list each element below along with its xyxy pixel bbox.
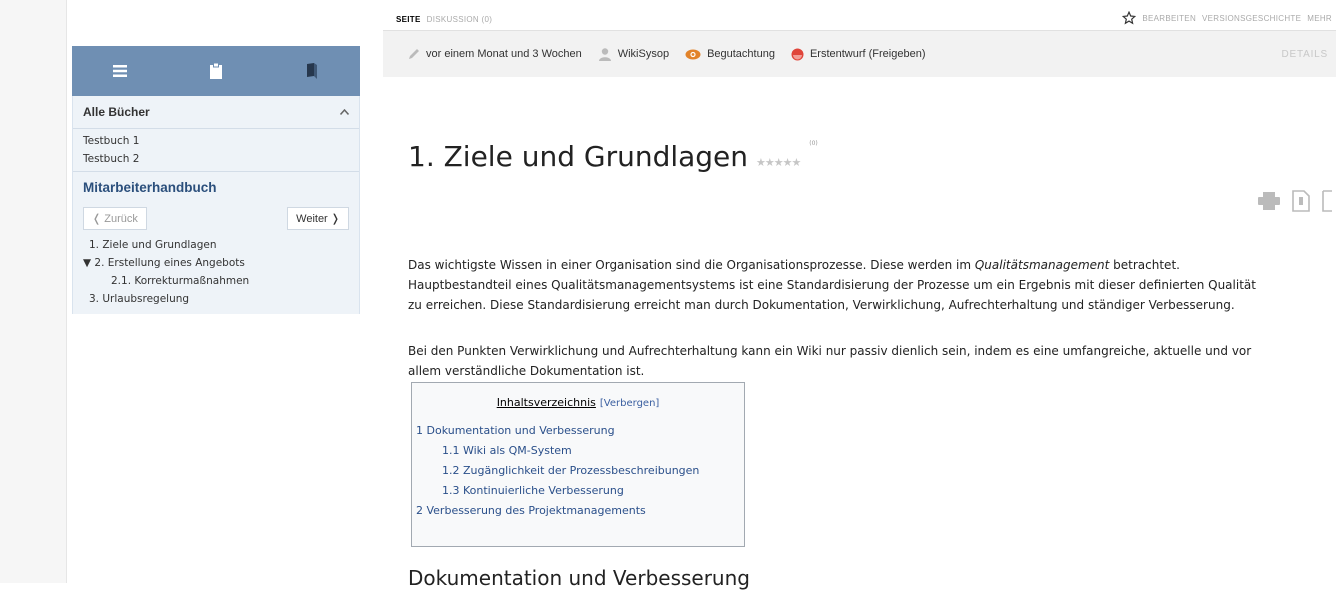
release-status-label: Erstentwurf (Freigeben) bbox=[809, 48, 926, 60]
left-gutter bbox=[0, 0, 67, 583]
author[interactable]: WikiSysop bbox=[598, 47, 669, 61]
print-icon[interactable] bbox=[1258, 192, 1280, 210]
sidebar-item-testbuch-1[interactable]: Testbuch 1 bbox=[73, 132, 359, 150]
release-status[interactable]: Erstentwurf (Freigeben) bbox=[791, 48, 926, 61]
tab-clipboard[interactable] bbox=[168, 46, 264, 96]
page-title-text: 1. Ziele und Grundlagen bbox=[408, 140, 749, 173]
last-edited-text: vor einem Monat und 3 Wochen bbox=[426, 48, 582, 60]
sidebar: Alle Bücher Testbuch 1 Testbuch 2 Mitarb… bbox=[72, 46, 360, 583]
tab-navigation[interactable] bbox=[72, 46, 168, 96]
page-tabs-bar: SEITE DISKUSSION (0) BEARBEITEN VERSIONS… bbox=[383, 0, 1336, 31]
toc-item[interactable]: 1 Dokumentation und Verbesserung bbox=[412, 421, 744, 441]
history-button[interactable]: VERSIONSGESCHICHTE bbox=[1202, 14, 1301, 23]
next-button[interactable]: Weiter ❭ bbox=[287, 207, 349, 230]
sidebar-item-testbuch-2[interactable]: Testbuch 2 bbox=[73, 150, 359, 168]
chapter-item[interactable]: 2.1. Korrekturmaßnahmen bbox=[73, 272, 359, 290]
paragraph: Bei den Punkten Verwirklichung und Aufre… bbox=[408, 341, 1336, 381]
menu-icon bbox=[113, 65, 127, 77]
text-span: zu erreichen. Diese Standardisierung err… bbox=[408, 298, 1235, 312]
author-name: WikiSysop bbox=[617, 48, 670, 60]
status-dot-icon bbox=[791, 48, 804, 60]
edit-button[interactable]: BEARBEITEN bbox=[1142, 14, 1196, 23]
tab-page[interactable]: SEITE bbox=[396, 15, 421, 24]
page-title: 1. Ziele und Grundlagen ★★★★★ (0) bbox=[408, 140, 818, 173]
sidebar-books-panel: Alle Bücher Testbuch 1 Testbuch 2 Mitarb… bbox=[72, 96, 360, 314]
text-span: allem verständliche Dokumentation ist. bbox=[408, 364, 645, 378]
review-status[interactable]: Begutachtung bbox=[685, 48, 775, 60]
clipboard-icon bbox=[210, 63, 222, 79]
edit-icon[interactable] bbox=[1322, 190, 1332, 212]
text-span: Bei den Punkten Verwirklichung und Aufre… bbox=[408, 344, 1252, 358]
link-qualitaetsmanagement[interactable]: Qualitätsmanagement bbox=[975, 258, 1109, 272]
article-body: Das wichtigste Wissen in einer Organisat… bbox=[408, 255, 1336, 399]
chevron-up-icon[interactable] bbox=[340, 109, 349, 115]
back-button[interactable]: ❬ Zurück bbox=[83, 207, 147, 230]
pencil-icon bbox=[409, 49, 419, 59]
more-menu[interactable]: MEHR bbox=[1307, 14, 1332, 23]
current-book-title[interactable]: Mitarbeiterhandbuch bbox=[73, 171, 359, 203]
book-pager: ❬ Zurück Weiter ❭ bbox=[73, 203, 359, 236]
table-of-contents: Inhaltsverzeichnis [Verbergen] 1 Dokument… bbox=[411, 382, 745, 547]
chapter-list: 1. Ziele und Grundlagen ▼ 2. Erstellung … bbox=[73, 236, 359, 314]
chapter-item[interactable]: ▼ 2. Erstellung eines Angebots bbox=[73, 254, 359, 272]
tab-books[interactable] bbox=[264, 46, 360, 96]
all-books-header[interactable]: Alle Bücher bbox=[73, 96, 359, 129]
review-label: Begutachtung bbox=[707, 48, 775, 60]
book-icon bbox=[307, 63, 317, 79]
toc-item[interactable]: 2 Verbesserung des Projektmanagements bbox=[412, 501, 744, 521]
toc-item[interactable]: 1.2 Zugänglichkeit der Prozessbeschreibu… bbox=[412, 461, 744, 481]
last-edited[interactable]: vor einem Monat und 3 Wochen bbox=[408, 48, 582, 60]
page-meta-bar: vor einem Monat und 3 Wochen WikiSysop B… bbox=[383, 31, 1336, 77]
toc-header: Inhaltsverzeichnis [Verbergen] bbox=[412, 396, 744, 409]
tab-discussion[interactable]: DISKUSSION (0) bbox=[427, 15, 493, 24]
toc-hide-toggle[interactable]: [Verbergen] bbox=[600, 398, 659, 409]
text-span: Hauptbestandteil eines Qualitätsmanageme… bbox=[408, 278, 1256, 292]
section-heading: Dokumentation und Verbesserung bbox=[408, 566, 750, 590]
toc-title: Inhaltsverzeichnis bbox=[496, 396, 596, 409]
star-icon[interactable] bbox=[1122, 11, 1137, 25]
rating-count: (0) bbox=[809, 140, 818, 147]
details-button[interactable]: DETAILS bbox=[1281, 49, 1328, 60]
toc-item[interactable]: 1.1 Wiki als QM-System bbox=[412, 441, 744, 461]
sidebar-tabs bbox=[72, 46, 360, 96]
text-span: Das wichtigste Wissen in einer Organisat… bbox=[408, 258, 975, 272]
rating-stars[interactable]: ★★★★★ bbox=[756, 156, 801, 169]
document-icon[interactable] bbox=[1292, 190, 1310, 212]
page-tools bbox=[1258, 190, 1332, 212]
main-content: SEITE DISKUSSION (0) BEARBEITEN VERSIONS… bbox=[383, 0, 1336, 590]
text-span: betrachtet. bbox=[1109, 258, 1180, 272]
chapter-item[interactable]: 1. Ziele und Grundlagen bbox=[73, 236, 359, 254]
chapter-item[interactable]: 3. Urlaubsregelung bbox=[73, 290, 359, 308]
eye-icon bbox=[685, 49, 701, 59]
toc-item[interactable]: 1.3 Kontinuierliche Verbesserung bbox=[412, 481, 744, 501]
user-icon bbox=[598, 48, 611, 61]
paragraph: Das wichtigste Wissen in einer Organisat… bbox=[408, 255, 1336, 315]
all-books-label: Alle Bücher bbox=[83, 105, 150, 119]
